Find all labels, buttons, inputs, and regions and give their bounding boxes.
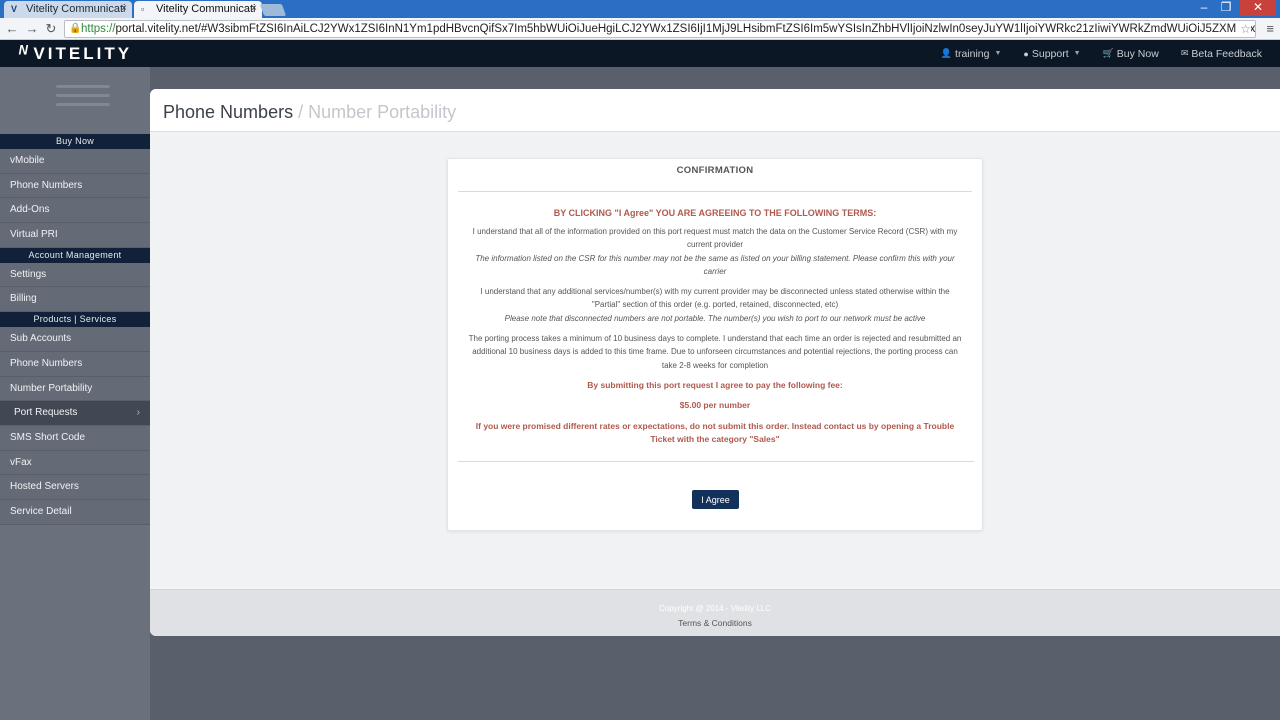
main-panel: Phone Numbers / Number Portability CONFI… xyxy=(150,89,1280,636)
restore-icon[interactable]: ❐ xyxy=(1214,0,1238,16)
sidebar-item-vmobile[interactable]: vMobile xyxy=(0,149,150,174)
sidebar-item-label: Port Requests xyxy=(14,407,78,419)
vitelity-favicon-icon: V xyxy=(11,4,18,14)
beta-feedback-link[interactable]: ✉ Beta Feedback xyxy=(1181,48,1262,60)
sidebar: Buy Now vMobile Phone Numbers Add-Ons Vi… xyxy=(0,67,150,720)
sidebar-toggle-icon[interactable] xyxy=(56,85,110,112)
terms-link[interactable]: Terms & Conditions xyxy=(150,618,1280,628)
footer: Copyright @ 2014 - Vitelity LLC Terms & … xyxy=(150,589,1280,636)
sales-warning: If you were promised different rates or … xyxy=(475,420,955,444)
cart-icon: 🛒 xyxy=(1102,48,1114,58)
top-navigation: 👤 training ▼ ● Support ▼ 🛒 Buy Now ✉ Bet… xyxy=(941,40,1262,67)
terms-body: BY CLICKING "I Agree" YOU ARE AGREEING T… xyxy=(448,208,982,446)
tab-title: Vitelity Communicati xyxy=(26,3,126,15)
terms-heading: BY CLICKING "I Agree" YOU ARE AGREEING T… xyxy=(553,208,877,218)
page-title: Phone Numbers / Number Portability xyxy=(163,102,456,123)
address-bar[interactable]: 🔒 https://portal.vitelity.net/#W3sibmFtZ… xyxy=(64,20,1256,38)
divider xyxy=(458,191,972,192)
logo-text: VITELITY xyxy=(33,44,133,63)
confirmation-title: CONFIRMATION xyxy=(676,165,754,176)
vitelity-logo[interactable]: ᴺ VITELITY xyxy=(18,43,132,65)
caret-down-icon: ▼ xyxy=(1073,50,1081,57)
sidebar-heading-account-management: Account Management xyxy=(0,247,150,263)
reload-icon[interactable]: ↻ xyxy=(43,20,59,37)
user-menu[interactable]: 👤 training ▼ xyxy=(941,48,1002,60)
sidebar-item-add-ons[interactable]: Add-Ons xyxy=(0,198,150,224)
sidebar-item-phone-numbers[interactable]: Phone Numbers xyxy=(0,351,150,377)
term-csr-match: I understand that all of the information… xyxy=(472,227,958,250)
divider xyxy=(458,461,974,462)
beta-feedback-label: Beta Feedback xyxy=(1191,47,1262,60)
user-icon: 👤 xyxy=(940,48,953,58)
buy-now-label: Buy Now xyxy=(1116,47,1159,60)
sidebar-item-sub-accounts[interactable]: Sub Accounts xyxy=(0,327,150,352)
sidebar-item-vfax[interactable]: vFax xyxy=(0,450,150,476)
envelope-icon: ✉ xyxy=(1180,48,1189,58)
sidebar-item-buy-phone-numbers[interactable]: Phone Numbers xyxy=(0,173,150,199)
tab-close-icon[interactable]: × xyxy=(121,3,127,14)
minimize-icon[interactable]: – xyxy=(1192,0,1216,16)
tab-title: Vitelity Communicati xyxy=(156,3,256,15)
buy-now-link[interactable]: 🛒 Buy Now xyxy=(1103,48,1159,60)
sidebar-item-number-portability[interactable]: Number Portability xyxy=(0,376,150,402)
vitelity-logo-icon: ᴺ xyxy=(18,43,28,64)
page-favicon-icon: ▫ xyxy=(141,4,145,14)
breadcrumb: / Number Portability xyxy=(298,102,457,122)
fee-amount: $5.00 per number xyxy=(679,400,751,411)
sidebar-menu: Buy Now vMobile Phone Numbers Add-Ons Vi… xyxy=(0,134,150,525)
sidebar-item-hosted-servers[interactable]: Hosted Servers xyxy=(0,475,150,500)
term-disconnect-note: Please note that disconnected numbers ar… xyxy=(504,313,926,323)
page-header: Phone Numbers / Number Portability xyxy=(150,89,1280,132)
support-menu-label: Support xyxy=(1031,47,1069,60)
browser-tab-bar: V Vitelity Communicati × ▫ Vitelity Comm… xyxy=(0,0,1280,18)
term-csr-note: The information listed on the CSR for th… xyxy=(475,253,955,276)
sidebar-item-settings[interactable]: Settings xyxy=(0,262,150,288)
sidebar-heading-buy-now[interactable]: Buy Now xyxy=(0,134,150,149)
forward-arrow-icon[interactable]: → xyxy=(24,20,40,37)
content-area: CONFIRMATION BY CLICKING "I Agree" YOU A… xyxy=(150,132,1280,587)
back-arrow-icon[interactable]: ← xyxy=(4,20,20,37)
new-tab-button[interactable] xyxy=(259,4,287,16)
url-text: portal.vitelity.net/#W3sibmFtZSI6InAiLCJ… xyxy=(115,23,1256,35)
sidebar-item-service-detail[interactable]: Service Detail xyxy=(0,499,150,525)
question-circle-icon: ● xyxy=(1023,48,1029,59)
i-agree-button[interactable]: I Agree xyxy=(692,490,739,509)
sidebar-item-sms-short-code[interactable]: SMS Short Code xyxy=(0,425,150,451)
copyright-text: Copyright @ 2014 - Vitelity LLC xyxy=(658,604,772,613)
term-disconnect: I understand that any additional service… xyxy=(480,287,950,310)
confirmation-card: CONFIRMATION BY CLICKING "I Agree" YOU A… xyxy=(447,158,983,531)
app-header: ᴺ VITELITY 👤 training ▼ ● Support ▼ 🛒 Buy… xyxy=(0,40,1280,67)
chevron-right-icon: › xyxy=(136,407,140,419)
bookmark-star-icon[interactable]: ☆ xyxy=(1236,21,1251,37)
user-menu-label: training xyxy=(955,47,990,60)
browser-toolbar: ← → ↻ 🔒 https://portal.vitelity.net/#W3s… xyxy=(0,18,1280,40)
lock-icon: 🔒 xyxy=(69,23,82,34)
tab-close-icon[interactable]: × xyxy=(251,3,257,14)
browser-menu-icon[interactable]: ≡ xyxy=(1266,21,1274,36)
url-scheme: https:// xyxy=(81,23,116,35)
term-porting-time: The porting process takes a minimum of 1… xyxy=(468,334,962,370)
sidebar-heading-products-services: Products | Services xyxy=(0,312,150,328)
sidebar-item-port-requests[interactable]: Port Requests › xyxy=(0,401,150,426)
sidebar-item-virtual-pri[interactable]: Virtual PRI xyxy=(0,223,150,248)
sidebar-item-billing[interactable]: Billing xyxy=(0,287,150,313)
window-close-icon[interactable]: ✕ xyxy=(1240,0,1276,16)
fee-intro: By submitting this port request I agree … xyxy=(587,379,843,390)
browser-tab-2[interactable]: ▫ Vitelity Communicati × xyxy=(134,1,262,18)
support-menu[interactable]: ● Support ▼ xyxy=(1023,48,1080,60)
page-title-text: Phone Numbers xyxy=(163,102,294,122)
caret-down-icon: ▼ xyxy=(994,50,1002,57)
browser-tab-1[interactable]: V Vitelity Communicati × xyxy=(4,1,132,18)
